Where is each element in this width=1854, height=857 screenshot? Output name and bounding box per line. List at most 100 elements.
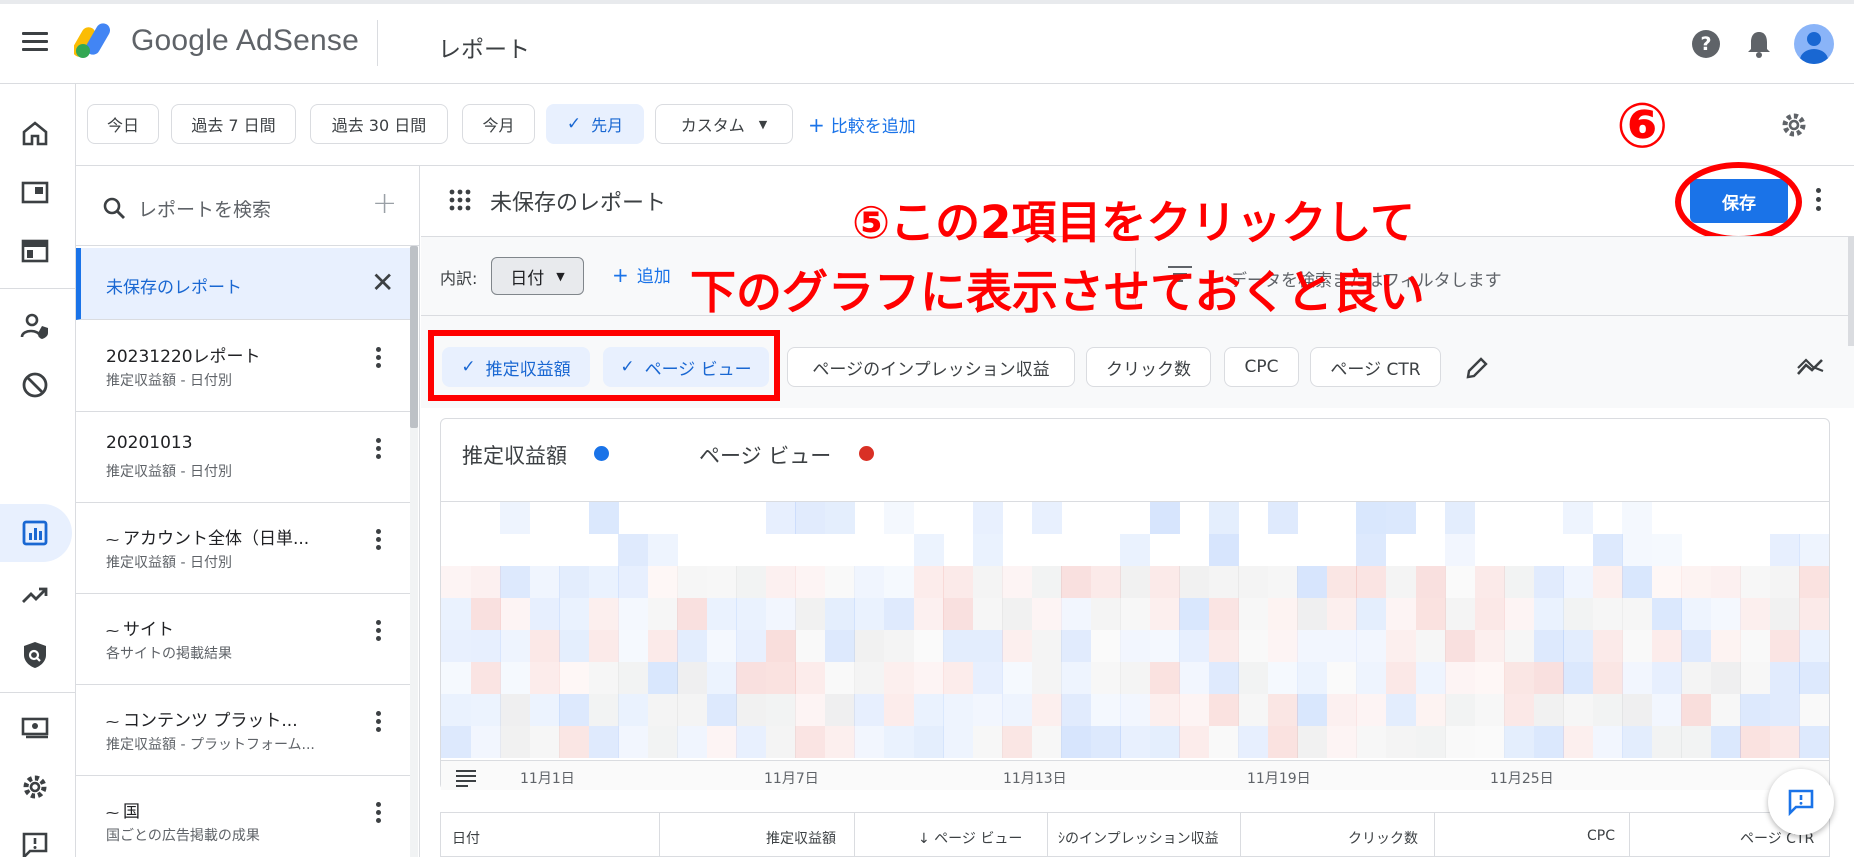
chart-mosaic-cell [1622, 566, 1653, 598]
metric-chip-page-ctr[interactable]: ページ CTR [1310, 347, 1441, 387]
chart-mosaic-cell [588, 566, 619, 598]
more-options-icon[interactable] [376, 438, 382, 462]
account-avatar[interactable] [1794, 24, 1834, 64]
blocking-controls-icon[interactable] [18, 368, 52, 402]
brand-safety-shield-icon[interactable] [18, 638, 52, 672]
more-options-icon[interactable] [376, 529, 382, 553]
chart-mosaic-cell [706, 566, 737, 598]
report-more-options-icon[interactable] [1816, 188, 1822, 212]
report-search-box[interactable]: レポートを検索 + [76, 166, 420, 246]
chart-mosaic-cell [972, 630, 1003, 662]
chart-mosaic-cell [706, 598, 737, 630]
chart-mosaic-cell [1592, 534, 1623, 566]
help-icon[interactable]: ? [1692, 30, 1720, 58]
chart-mosaic-cell [500, 630, 531, 662]
chart-mosaic-cell [1356, 502, 1387, 534]
sidebar-item-20231220[interactable]: 20231220レポート 推定収益額 - 日付別 [76, 321, 410, 412]
metric-chip-page-rpm[interactable]: ページのインプレッション収益 [787, 347, 1075, 387]
privacy-messaging-icon[interactable] [18, 309, 52, 343]
chart-mosaic-cell [1504, 630, 1535, 662]
page-settings-gear-icon[interactable] [1778, 109, 1810, 141]
chart-mosaic-cell [1799, 726, 1829, 758]
date-chip-last-30-days[interactable]: 過去 30 日間 [310, 104, 448, 144]
chart-mosaic-cell [500, 726, 531, 758]
chart-mosaic-cell [1533, 630, 1564, 662]
column-header-date[interactable]: 日付 [452, 828, 480, 848]
column-header-page-views[interactable]: ↓ ページ ビュー [918, 828, 1022, 848]
add-comparison-link[interactable]: + 比較を追加 [808, 112, 916, 137]
feedback-icon[interactable] [18, 828, 52, 857]
ads-display-icon[interactable] [18, 176, 52, 210]
sidebar-item-content-platform[interactable]: ⁓ コンテンツ プラット... 推定収益額 - プラットフォーム... [76, 685, 410, 776]
menu-icon[interactable] [22, 32, 48, 52]
col-divider [854, 813, 855, 857]
chart-mosaic-cell [588, 630, 619, 662]
chart-mosaic-cell [1710, 694, 1741, 726]
sidebar-item-country[interactable]: ⁓ 国 国ごとの広告掲載の成果 [76, 776, 410, 857]
column-header-page-rpm[interactable]: ｼのインプレッション収益 [1058, 828, 1219, 848]
metric-chip-clicks[interactable]: クリック数 [1086, 347, 1211, 387]
column-header-estimated-earnings[interactable]: 推定収益額 [766, 828, 836, 848]
chart-mosaic-cell [1710, 726, 1741, 758]
chart-mosaic-cell [972, 502, 1003, 534]
optimization-trend-icon[interactable] [18, 578, 52, 612]
chart-mosaic-cell [1415, 566, 1446, 598]
settings-nav-icon[interactable] [18, 770, 52, 804]
close-icon[interactable]: ✕ [371, 266, 394, 299]
chart-mosaic-cell [1622, 534, 1653, 566]
sparkle-icon: ⁓ [106, 715, 119, 730]
chart-mosaic-cell [1474, 598, 1505, 630]
chart-mosaic-cell [1504, 566, 1535, 598]
sidebar-scrollbar-thumb[interactable] [410, 246, 418, 428]
main-scrollbar-thumb[interactable] [1848, 236, 1854, 346]
apps-grid-icon[interactable] [448, 188, 472, 212]
chart-mosaic-cell [1297, 566, 1328, 598]
chart-mosaic-cell [824, 502, 855, 534]
chart-mosaic-cell [1297, 726, 1328, 758]
chart-mosaic-cell [529, 566, 560, 598]
reports-icon[interactable] [18, 516, 52, 550]
chart-mosaic-cell [1326, 598, 1357, 630]
more-options-icon[interactable] [376, 711, 382, 735]
search-input[interactable]: レポートを検索 [138, 195, 271, 222]
sidebar-item-20201013[interactable]: 20201013 推定収益額 - 日付別 [76, 412, 410, 503]
chart-mosaic-cell [677, 598, 708, 630]
sidebar-item-sites[interactable]: ⁓ サイト 各サイトの掲載結果 [76, 594, 410, 685]
add-report-plus-icon[interactable]: + [372, 186, 397, 221]
chart-mosaic-cell [1179, 662, 1210, 694]
more-options-icon[interactable] [376, 620, 382, 644]
chart-mosaic-cell [1592, 662, 1623, 694]
date-chip-custom[interactable]: カスタム ▼ [655, 104, 793, 144]
feedback-fab[interactable] [1768, 769, 1834, 835]
sidebar-item-account-overall[interactable]: ⁓ アカウント全体（日単... 推定収益額 - 日付別 [76, 503, 410, 594]
chart-mosaic-cell [559, 694, 590, 726]
column-header-clicks[interactable]: クリック数 [1348, 828, 1418, 848]
chart-mosaic-cell [529, 662, 560, 694]
metric-chip-cpc[interactable]: CPC [1224, 347, 1299, 387]
home-icon[interactable] [18, 116, 52, 150]
sites-icon[interactable] [18, 234, 52, 268]
notifications-bell-icon[interactable] [1746, 29, 1772, 59]
chart-mosaic-cell [1179, 566, 1210, 598]
chart-toggle-icon[interactable] [1796, 356, 1826, 378]
chart-mosaic-cell [1740, 694, 1771, 726]
edit-pencil-icon[interactable] [1464, 355, 1490, 381]
more-options-icon[interactable] [376, 347, 382, 371]
payments-icon[interactable] [18, 710, 52, 744]
column-header-cpc[interactable]: CPC [1587, 828, 1615, 844]
annotation-step-5-line2: 下のグラフに表示させておくと良い [690, 265, 1425, 319]
date-chip-today[interactable]: 今日 [87, 104, 159, 144]
sidebar-item-unsaved-report[interactable]: 未保存のレポート ✕ [76, 248, 410, 320]
date-chip-last-7-days[interactable]: 過去 7 日間 [171, 104, 296, 144]
date-chip-this-month[interactable]: 今月 [462, 104, 535, 144]
chart-mosaic-cell [795, 566, 826, 598]
date-chip-last-month[interactable]: ✓ 先月 [546, 104, 644, 144]
chart-mosaic-cell [854, 726, 885, 758]
chart-mosaic-cell [1769, 566, 1800, 598]
more-options-icon[interactable] [376, 802, 382, 826]
x-tick-label: 11月19日 [1247, 771, 1311, 787]
add-dimension-link[interactable]: + 追加 [612, 262, 671, 287]
breakdown-dimension-dropdown[interactable]: 日付 ▼ [491, 257, 584, 295]
table-toggle-icon[interactable] [456, 770, 476, 787]
chart-mosaic-cell [1415, 662, 1446, 694]
